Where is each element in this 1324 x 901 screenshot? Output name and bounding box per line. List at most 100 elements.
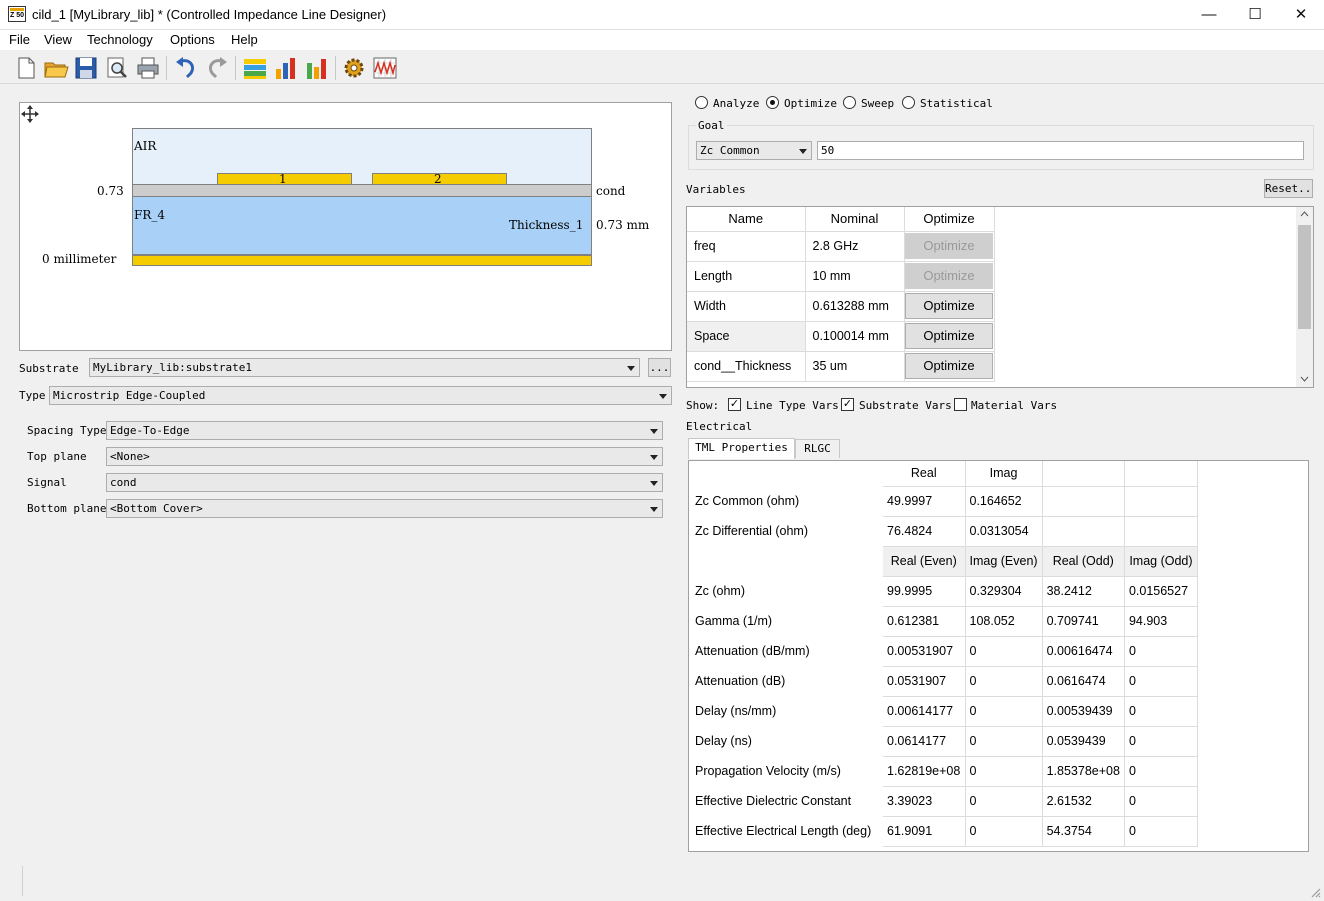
- var-nominal[interactable]: 35 um: [805, 351, 905, 382]
- top-plane-label: Top plane: [27, 450, 87, 463]
- reset-button[interactable]: Reset...: [1264, 179, 1313, 198]
- analyze-radio[interactable]: [695, 96, 708, 109]
- waveform-icon[interactable]: [372, 55, 398, 81]
- line-type-vars-checkbox[interactable]: ✓: [728, 398, 741, 411]
- var-nominal[interactable]: 10 mm: [805, 261, 905, 292]
- table-row: Delay (ns/mm) 0.00614177 0 0.00539439 0: [689, 696, 1198, 727]
- cell-value: 38.2412: [1042, 576, 1125, 607]
- optimize-thickness-button[interactable]: Optimize: [905, 353, 993, 379]
- menu-bar: File View Technology Options Help: [0, 30, 1324, 50]
- var-nominal[interactable]: 2.8 GHz: [805, 231, 905, 262]
- table-row: Gamma (1/m) 0.612381 108.052 0.709741 94…: [689, 606, 1198, 637]
- minimize-button[interactable]: —: [1186, 0, 1232, 29]
- print-icon[interactable]: [135, 55, 161, 81]
- bottom-plane-select[interactable]: <Bottom Cover>: [106, 499, 663, 518]
- substrate-layers-icon[interactable]: [242, 55, 268, 81]
- ground-plane: [132, 255, 592, 266]
- cell-value: 0.0614177: [883, 726, 966, 757]
- move-icon[interactable]: [20, 104, 40, 124]
- bottom-plane-label: Bottom plane: [27, 502, 107, 515]
- menu-file[interactable]: File: [9, 32, 30, 47]
- type-select[interactable]: Microstrip Edge-Coupled: [49, 386, 672, 405]
- resize-grip-icon[interactable]: [1309, 886, 1321, 898]
- statistical-radio[interactable]: [902, 96, 915, 109]
- gear-settings-icon[interactable]: [341, 55, 367, 81]
- scroll-down-icon[interactable]: [1300, 376, 1309, 382]
- sweep-radio[interactable]: [843, 96, 856, 109]
- substrate-select[interactable]: MyLibrary_lib:substrate1: [89, 358, 640, 377]
- chart-icon-2[interactable]: [304, 55, 330, 81]
- cond-layer: [132, 184, 592, 197]
- substrate-value: MyLibrary_lib:substrate1: [93, 361, 252, 374]
- goal-value-input[interactable]: 50: [817, 141, 1304, 160]
- optimize-width-button[interactable]: Optimize: [905, 293, 993, 319]
- substrate-vars-label: Substrate Vars: [859, 399, 952, 412]
- var-name[interactable]: Length: [687, 261, 806, 292]
- optimize-space-button[interactable]: Optimize: [905, 323, 993, 349]
- cell-value: 49.9997: [883, 486, 966, 517]
- close-button[interactable]: ✕: [1278, 0, 1324, 29]
- scroll-up-icon[interactable]: [1300, 211, 1309, 217]
- cell-value: 0: [1124, 666, 1198, 697]
- var-name[interactable]: Space: [687, 321, 806, 352]
- goal-target-select[interactable]: Zc Common: [696, 141, 812, 160]
- var-nominal[interactable]: 0.100014 mm: [805, 321, 905, 352]
- tab-rlgc[interactable]: RLGC: [795, 439, 840, 458]
- open-folder-icon[interactable]: [43, 55, 69, 81]
- redo-icon[interactable]: [204, 55, 230, 81]
- variables-scrollbar[interactable]: [1296, 207, 1313, 387]
- menu-help[interactable]: Help: [231, 32, 258, 47]
- menu-options[interactable]: Options: [170, 32, 215, 47]
- table-row: freq 2.8 GHz Optimize: [687, 231, 995, 262]
- sweep-label: Sweep: [861, 97, 895, 110]
- substrate-vars-checkbox[interactable]: ✓: [841, 398, 854, 411]
- toolbar-separator: [235, 56, 236, 80]
- maximize-button[interactable]: ☐: [1232, 0, 1278, 29]
- chevron-down-icon: [650, 455, 658, 460]
- top-plane-select[interactable]: <None>: [106, 447, 663, 466]
- column-header-imag-odd: Imag (Odd): [1124, 546, 1198, 577]
- table-row: Width 0.613288 mm Optimize: [687, 291, 995, 322]
- optimize-freq-button[interactable]: Optimize: [905, 233, 993, 259]
- signal-select[interactable]: cond: [106, 473, 663, 492]
- bottom-height-value: 0 millimeter: [42, 252, 117, 266]
- spacing-type-select[interactable]: Edge-To-Edge: [106, 421, 663, 440]
- var-name[interactable]: cond__Thickness: [687, 351, 806, 382]
- row-label: Effective Electrical Length (deg): [695, 824, 872, 838]
- print-preview-icon[interactable]: [104, 55, 130, 81]
- optimize-length-button[interactable]: Optimize: [905, 263, 993, 289]
- var-name[interactable]: Width: [687, 291, 806, 322]
- cell-value: 76.4824: [883, 516, 966, 547]
- chevron-down-icon: [799, 149, 807, 154]
- save-icon[interactable]: [73, 55, 99, 81]
- new-icon[interactable]: [13, 55, 39, 81]
- tab-tml-properties[interactable]: TML Properties: [688, 438, 795, 459]
- cell-value: 3.39023: [883, 786, 966, 817]
- statistical-label: Statistical: [920, 97, 993, 110]
- variables-table: Name Nominal Optimize freq 2.8 GHz Optim…: [686, 206, 1314, 388]
- cell-value: 0: [965, 756, 1043, 787]
- fr4-label: FR_4: [134, 208, 165, 222]
- row-label: Delay (ns/mm): [695, 704, 777, 718]
- optimize-label: Optimize: [784, 97, 837, 110]
- app-icon: Z 50: [8, 6, 26, 22]
- table-row: Zc Differential (ohm) 76.4824 0.0313054: [689, 516, 1198, 547]
- menu-view[interactable]: View: [44, 32, 72, 47]
- table-row: Space 0.100014 mm Optimize: [687, 321, 995, 352]
- cell-value: 1.85378e+08: [1042, 756, 1125, 787]
- menu-technology[interactable]: Technology: [87, 32, 153, 47]
- scrollbar-thumb[interactable]: [1298, 225, 1311, 329]
- material-vars-checkbox[interactable]: [954, 398, 967, 411]
- cell-value: 0.00531907: [883, 636, 966, 667]
- var-name[interactable]: freq: [687, 231, 806, 262]
- undo-icon[interactable]: [173, 55, 199, 81]
- table-row: Propagation Velocity (m/s) 1.62819e+08 0…: [689, 756, 1198, 787]
- chart-icon-1[interactable]: [273, 55, 299, 81]
- var-nominal[interactable]: 0.613288 mm: [805, 291, 905, 322]
- air-layer: [132, 128, 592, 184]
- optimize-radio[interactable]: [766, 96, 779, 109]
- toolbar-separator: [335, 56, 336, 80]
- cell-value: 0: [1124, 756, 1198, 787]
- chevron-down-icon: [627, 366, 635, 371]
- substrate-browse-button[interactable]: ...: [648, 358, 671, 377]
